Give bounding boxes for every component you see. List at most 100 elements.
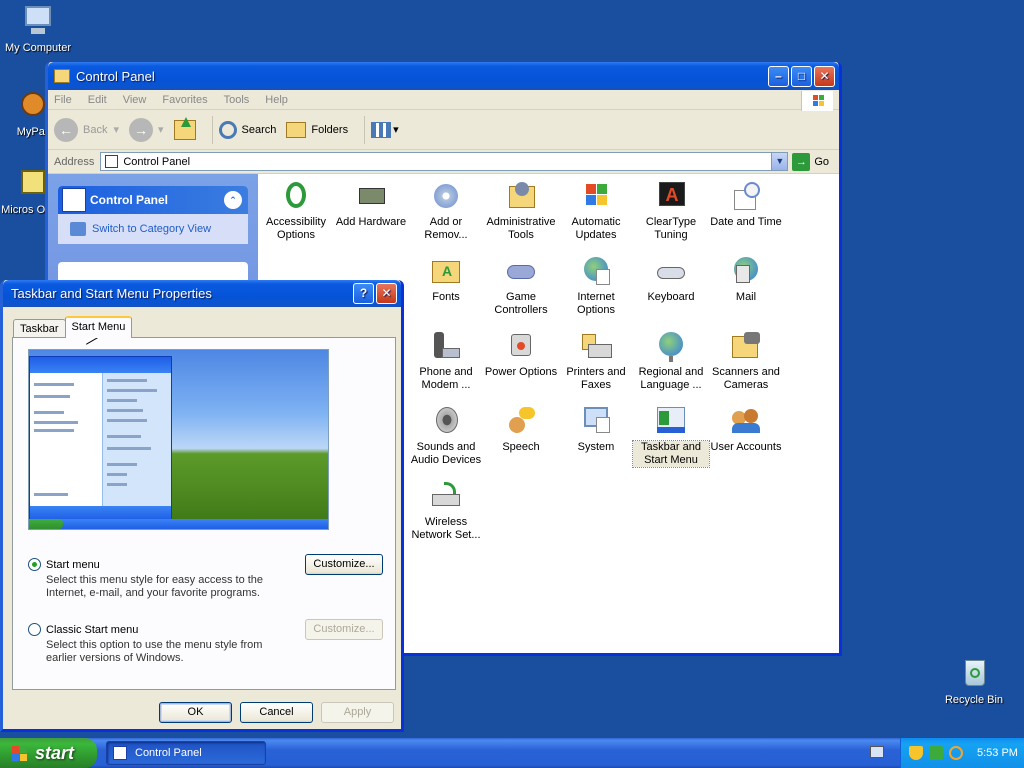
classic-start-menu-radio-option[interactable]: Classic Start menu bbox=[28, 623, 138, 636]
up-folder-button[interactable] bbox=[173, 116, 196, 140]
computer-icon bbox=[21, 4, 55, 38]
cp-item-taskbar-and-start-menu[interactable]: Taskbar and Start Menu bbox=[632, 405, 710, 468]
menu-bar: File Edit View Favorites Tools Help bbox=[48, 90, 839, 111]
back-button[interactable]: ← Back ▾ bbox=[54, 117, 119, 142]
menu-file[interactable]: File bbox=[54, 94, 72, 106]
search-tray-icon[interactable] bbox=[949, 746, 963, 760]
tab-taskbar[interactable]: Taskbar bbox=[13, 319, 66, 338]
desktop-icon-label: My Computer bbox=[4, 42, 72, 54]
dialog-close-button[interactable]: ✕ bbox=[376, 283, 397, 304]
taskbar-start-menu-properties-dialog: Taskbar and Start Menu Properties ? ✕ Ta… bbox=[0, 280, 404, 732]
folder-icon bbox=[54, 69, 70, 83]
security-shield-icon[interactable] bbox=[909, 746, 923, 760]
mail-icon bbox=[730, 255, 762, 287]
views-button[interactable]: ▾ bbox=[371, 121, 399, 138]
menu-favorites[interactable]: Favorites bbox=[162, 94, 207, 106]
menu-edit[interactable]: Edit bbox=[88, 94, 107, 106]
cp-item-sounds-and-audio-devices[interactable]: Sounds and Audio Devices bbox=[408, 405, 484, 467]
internet-options-icon bbox=[580, 255, 612, 287]
menu-view[interactable]: View bbox=[123, 94, 147, 106]
start-menu-radio-option[interactable]: Start menu bbox=[28, 558, 100, 571]
control-panel-small-icon bbox=[113, 746, 127, 760]
switch-to-category-view-link[interactable]: Switch to Category View bbox=[58, 214, 248, 244]
address-value: Control Panel bbox=[123, 155, 191, 168]
tab-start-menu[interactable]: Start Menu bbox=[64, 316, 133, 338]
search-button[interactable]: Search bbox=[218, 120, 276, 139]
cp-item-regional-and-language[interactable]: Regional and Language ... bbox=[633, 330, 709, 392]
folders-button[interactable]: Folders bbox=[286, 121, 348, 138]
dialog-title: Taskbar and Start Menu Properties bbox=[11, 286, 212, 301]
maximize-button[interactable]: □ bbox=[791, 65, 812, 87]
accessibility-icon bbox=[280, 180, 312, 212]
start-menu-tab-panel: Start menu Select this menu style for ea… bbox=[12, 337, 396, 690]
cp-item-date-and-time[interactable]: Date and Time bbox=[708, 180, 784, 229]
date-time-icon bbox=[730, 180, 762, 212]
cp-item-printers-and-faxes[interactable]: Printers and Faxes bbox=[558, 330, 634, 392]
desktop-icon-label: Recycle Bin bbox=[944, 694, 1004, 706]
toolbar-separator bbox=[364, 115, 366, 144]
desktop-icon-recycle-bin[interactable]: Recycle Bin bbox=[936, 656, 1012, 706]
customize-classic-button[interactable]: Customize... bbox=[305, 619, 383, 640]
cp-item-mail[interactable]: Mail bbox=[708, 255, 784, 304]
cp-item-internet-options[interactable]: Internet Options bbox=[558, 255, 634, 317]
classic-start-menu-description: Select this option to use the menu style… bbox=[46, 639, 263, 664]
cancel-button[interactable]: Cancel bbox=[240, 702, 313, 723]
task-pane-header[interactable]: Control Panel ⌃ bbox=[58, 186, 248, 214]
automatic-updates-icon bbox=[580, 180, 612, 212]
control-panel-icon bbox=[62, 188, 86, 212]
cp-item-user-accounts[interactable]: User Accounts bbox=[708, 405, 784, 454]
network-icon[interactable] bbox=[929, 746, 943, 760]
menu-help[interactable]: Help bbox=[265, 94, 288, 106]
start-button[interactable]: start bbox=[0, 738, 97, 768]
cp-item-keyboard[interactable]: Keyboard bbox=[633, 255, 709, 304]
close-button[interactable]: ✕ bbox=[814, 65, 835, 87]
forward-button[interactable]: → ▾ bbox=[129, 117, 164, 142]
address-field[interactable]: Control Panel ▼ bbox=[100, 152, 789, 171]
clock: 5:53 PM bbox=[977, 747, 1018, 759]
back-arrow-icon: ← bbox=[54, 117, 78, 142]
taskbar-item-control-panel[interactable]: Control Panel bbox=[106, 741, 266, 765]
system-tray: 5:53 PM bbox=[900, 738, 1024, 768]
mypal-icon bbox=[15, 88, 49, 122]
dialog-tabs: Taskbar Start Menu bbox=[13, 316, 133, 338]
cp-item-cleartype-tuning[interactable]: A ClearType Tuning bbox=[633, 180, 709, 242]
cp-item-automatic-updates[interactable]: Automatic Updates bbox=[558, 180, 634, 242]
views-grid-icon bbox=[371, 121, 392, 138]
cp-item-scanners-and-cameras[interactable]: Scanners and Cameras bbox=[708, 330, 784, 392]
wireless-network-icon bbox=[430, 480, 462, 512]
start-menu-radio[interactable] bbox=[28, 558, 41, 571]
customize-start-menu-button[interactable]: Customize... bbox=[305, 554, 383, 575]
cp-item-phone-and-modem[interactable]: Phone and Modem ... bbox=[408, 330, 484, 392]
address-bar: Address Control Panel ▼ → Go bbox=[48, 150, 839, 174]
classic-start-menu-radio[interactable] bbox=[28, 623, 41, 636]
cleartype-icon: A bbox=[655, 180, 687, 212]
collapse-chevron-icon[interactable]: ⌃ bbox=[224, 191, 242, 209]
power-options-icon bbox=[505, 330, 537, 362]
minimize-button[interactable]: – bbox=[768, 65, 789, 87]
control-panel-titlebar[interactable]: Control Panel – □ ✕ bbox=[48, 62, 839, 90]
task-pane-box-collapsed bbox=[58, 262, 248, 282]
go-arrow-icon: → bbox=[792, 152, 811, 171]
administrative-tools-icon bbox=[505, 180, 537, 212]
desktop-icon-my-computer[interactable]: My Computer bbox=[0, 4, 76, 54]
cp-item-fonts[interactable]: A Fonts bbox=[408, 255, 484, 304]
cp-item-speech[interactable]: Speech bbox=[483, 405, 559, 454]
speech-icon bbox=[505, 405, 537, 437]
cp-item-game-controllers[interactable]: Game Controllers bbox=[483, 255, 559, 317]
go-button[interactable]: → Go bbox=[792, 152, 829, 171]
ok-button[interactable]: OK bbox=[159, 702, 232, 723]
cp-item-wireless-network-setup[interactable]: Wireless Network Set... bbox=[408, 480, 484, 542]
cp-item-add-or-remove-programs[interactable]: Add or Remov... bbox=[408, 180, 484, 242]
cp-item-system[interactable]: System bbox=[558, 405, 634, 454]
cp-item-administrative-tools[interactable]: Administrative Tools bbox=[483, 180, 559, 242]
cp-item-power-options[interactable]: Power Options bbox=[483, 330, 559, 379]
keyboard-layout-icon[interactable] bbox=[870, 746, 884, 758]
menu-tools[interactable]: Tools bbox=[224, 94, 250, 106]
cp-item-accessibility-options[interactable]: Accessibility Options bbox=[258, 180, 334, 242]
apply-button[interactable]: Apply bbox=[321, 702, 394, 723]
dialog-titlebar[interactable]: Taskbar and Start Menu Properties ? ✕ bbox=[3, 280, 401, 307]
help-button[interactable]: ? bbox=[353, 283, 374, 304]
address-dropdown-arrow[interactable]: ▼ bbox=[771, 153, 788, 170]
cp-item-add-hardware[interactable]: Add Hardware bbox=[333, 180, 409, 229]
keyboard-icon bbox=[655, 255, 687, 287]
